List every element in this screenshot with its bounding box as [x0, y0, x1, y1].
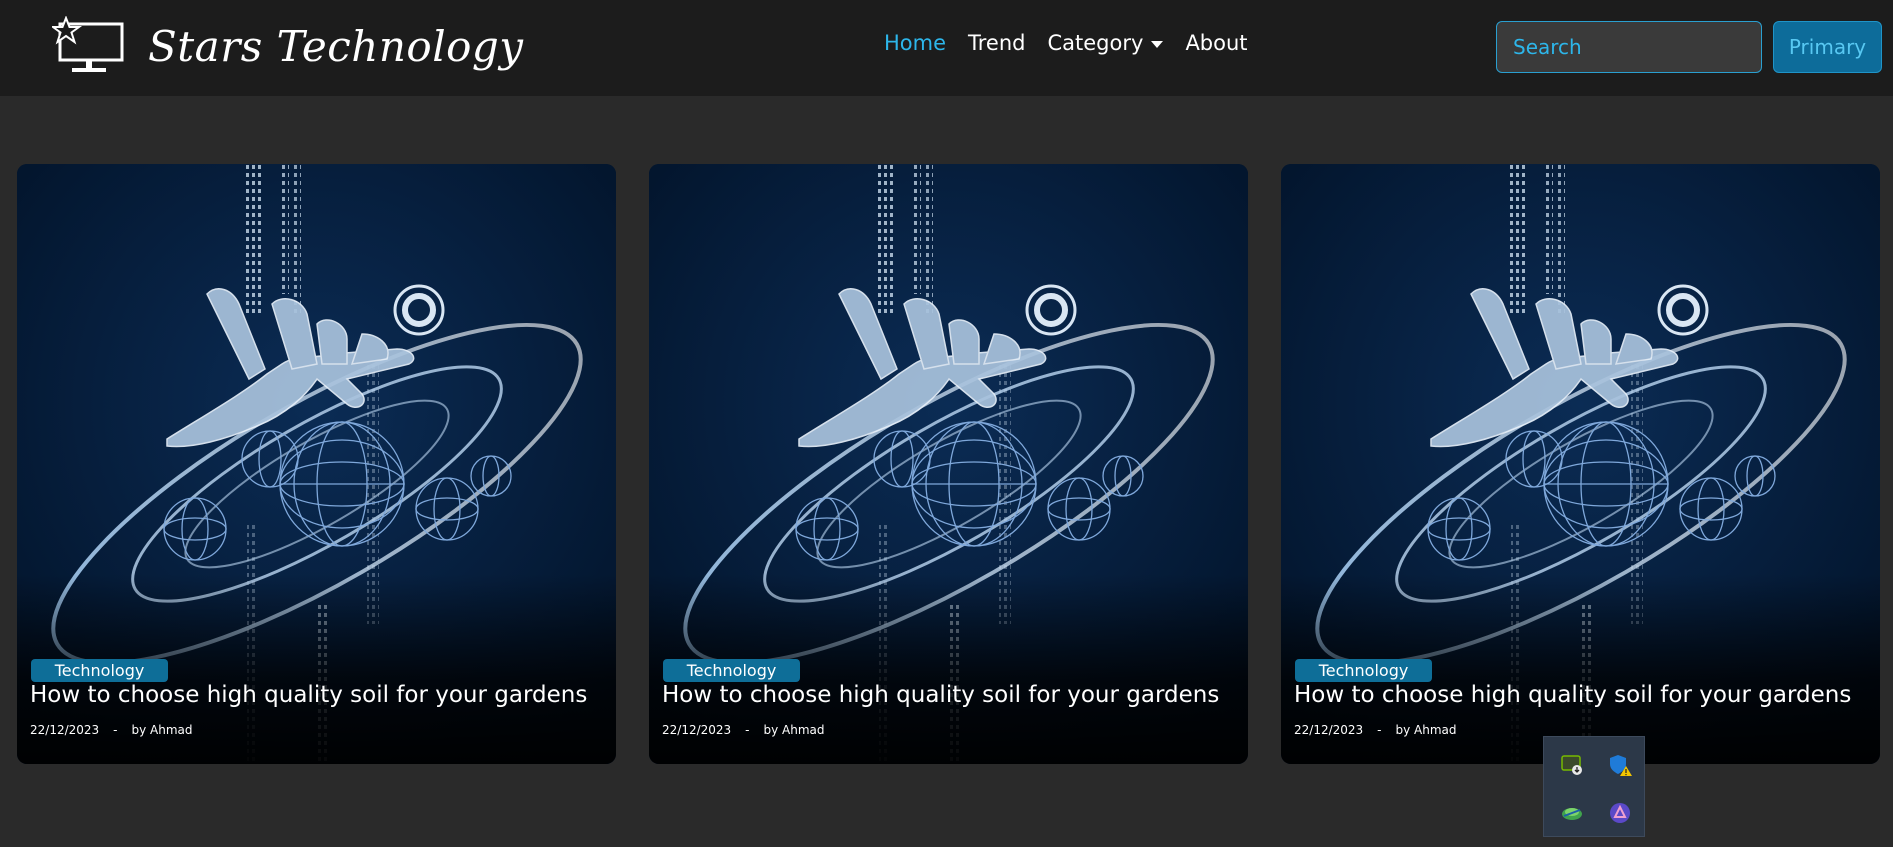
- card-meta: 22/12/2023 - by Ahmad: [1294, 723, 1457, 737]
- nav-home[interactable]: Home: [884, 31, 946, 55]
- navbar: Stars Technology Home Trend Category Abo…: [0, 0, 1893, 96]
- card-title[interactable]: How to choose high quality soil for your…: [30, 682, 610, 708]
- card-author: by Ahmad: [1395, 723, 1457, 737]
- meta-separator: -: [745, 723, 750, 737]
- star-monitor-logo-icon: [52, 16, 124, 72]
- card-date: 22/12/2023: [662, 723, 732, 737]
- network-globe-icon[interactable]: [1560, 801, 1584, 825]
- nav-links: Home Trend Category About: [884, 28, 1270, 58]
- primary-button[interactable]: Primary: [1773, 21, 1882, 73]
- category-badge[interactable]: Technology: [1295, 659, 1432, 682]
- system-tray-popup: [1543, 736, 1645, 837]
- security-warning-icon[interactable]: [1608, 753, 1632, 777]
- card-title[interactable]: How to choose high quality soil for your…: [662, 682, 1242, 708]
- card-meta: 22/12/2023 - by Ahmad: [30, 723, 193, 737]
- card-author: by Ahmad: [763, 723, 825, 737]
- nav-category-dropdown[interactable]: Category: [1048, 31, 1164, 55]
- meta-separator: -: [1377, 723, 1382, 737]
- category-badge[interactable]: Technology: [31, 659, 168, 682]
- card-date: 22/12/2023: [30, 723, 100, 737]
- brand[interactable]: Stars Technology: [52, 16, 524, 76]
- nvidia-update-icon[interactable]: [1560, 753, 1584, 777]
- card-author: by Ahmad: [131, 723, 193, 737]
- meta-separator: -: [113, 723, 118, 737]
- app-launcher-icon[interactable]: [1608, 801, 1632, 825]
- nav-trend[interactable]: Trend: [968, 31, 1025, 55]
- article-card[interactable]: Technology How to choose high quality so…: [649, 164, 1248, 764]
- article-card[interactable]: Technology How to choose high quality so…: [17, 164, 616, 764]
- brand-name: Stars Technology: [148, 21, 524, 71]
- nav-about[interactable]: About: [1185, 31, 1247, 55]
- search-input[interactable]: [1496, 21, 1762, 73]
- nav-category-label: Category: [1047, 31, 1144, 55]
- caret-down-icon: [1151, 40, 1164, 48]
- card-meta: 22/12/2023 - by Ahmad: [662, 723, 825, 737]
- card-date: 22/12/2023: [1294, 723, 1364, 737]
- category-badge[interactable]: Technology: [663, 659, 800, 682]
- article-card[interactable]: Technology How to choose high quality so…: [1281, 164, 1880, 764]
- card-title[interactable]: How to choose high quality soil for your…: [1294, 682, 1874, 708]
